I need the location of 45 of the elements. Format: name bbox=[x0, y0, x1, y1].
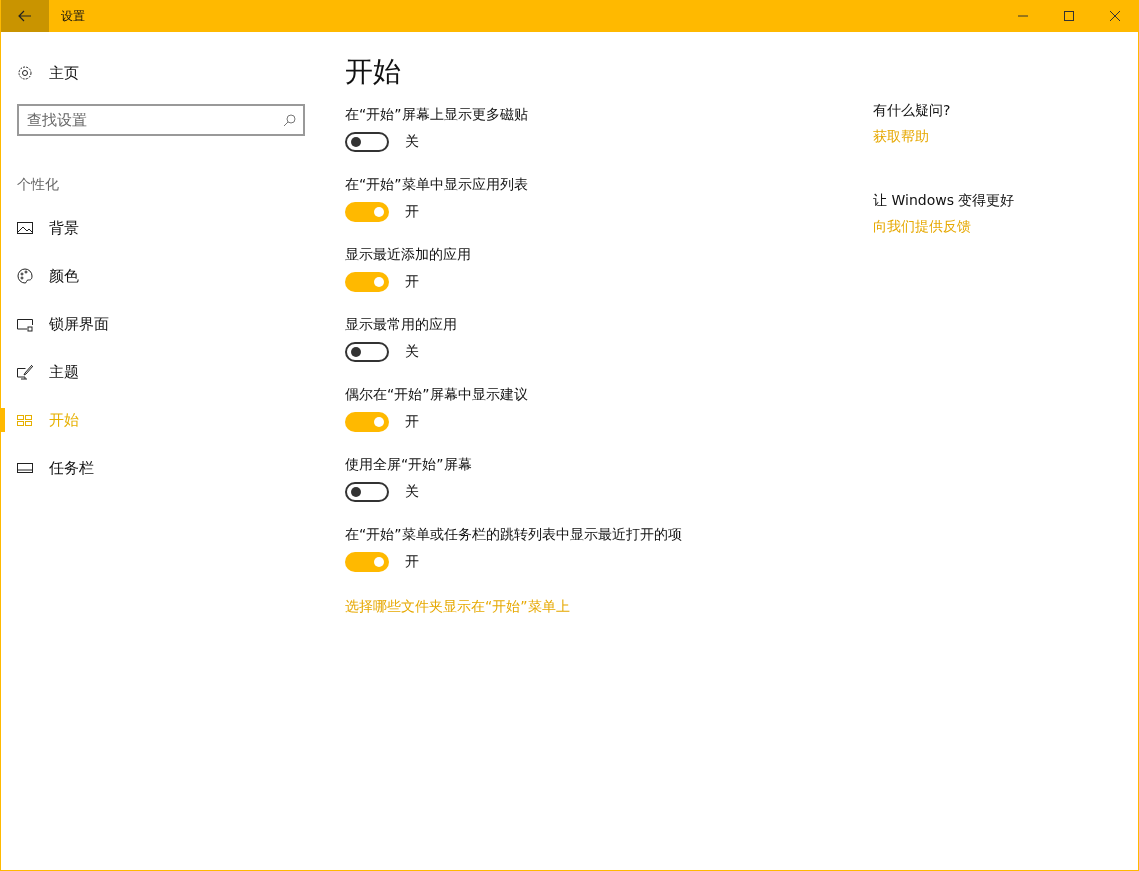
nav-item[interactable]: 锁屏界面 bbox=[17, 300, 113, 348]
toggle-switch[interactable] bbox=[345, 552, 389, 572]
brush-monitor-icon bbox=[17, 364, 33, 380]
aside-heading: 让 Windows 变得更好 bbox=[873, 192, 1015, 210]
toggle-switch[interactable] bbox=[345, 202, 389, 222]
back-arrow-icon bbox=[18, 10, 32, 22]
section-heading: 个性化 bbox=[17, 176, 60, 194]
toggle-state: 关 bbox=[405, 343, 419, 361]
setting-label: 使用全屏“开始”屏幕 bbox=[345, 455, 473, 474]
search-icon bbox=[283, 114, 296, 127]
window-title: 设置 bbox=[61, 7, 86, 25]
toggle-state: 开 bbox=[405, 553, 419, 571]
picture-icon bbox=[17, 220, 33, 236]
toggle-switch[interactable] bbox=[345, 132, 389, 152]
toggle-state: 关 bbox=[405, 133, 419, 151]
tiles-icon bbox=[17, 412, 33, 428]
home-nav-item[interactable]: 主页 bbox=[17, 62, 321, 84]
close-icon bbox=[1110, 11, 1120, 21]
maximize-icon bbox=[1064, 11, 1074, 21]
toggle-state: 开 bbox=[405, 413, 419, 431]
aside-heading: 有什么疑问? bbox=[873, 102, 951, 120]
back-button[interactable] bbox=[1, 0, 49, 32]
toggle-state: 关 bbox=[405, 483, 419, 501]
settings-icon bbox=[17, 65, 33, 81]
nav-item[interactable]: 颜色 bbox=[17, 252, 83, 300]
toggle-switch[interactable] bbox=[345, 482, 389, 502]
setting-label: 显示最常用的应用 bbox=[345, 315, 458, 334]
setting-label: 在“开始”屏幕上显示更多磁贴 bbox=[345, 105, 529, 124]
setting-label: 在“开始”菜单或任务栏的跳转列表中显示最近打开的项 bbox=[345, 525, 683, 544]
nav-item[interactable]: 背景 bbox=[17, 204, 83, 252]
toggle-state: 开 bbox=[405, 203, 419, 221]
toggle-switch[interactable] bbox=[345, 342, 389, 362]
toggle-switch[interactable] bbox=[345, 272, 389, 292]
page-title: 开始 bbox=[345, 54, 402, 90]
toggle-switch[interactable] bbox=[345, 412, 389, 432]
toggle-state: 开 bbox=[405, 273, 419, 291]
setting-label: 在“开始”菜单中显示应用列表 bbox=[345, 175, 529, 194]
setting-label: 偶尔在“开始”屏幕中显示建议 bbox=[345, 385, 529, 404]
nav-item[interactable]: 任务栏 bbox=[17, 444, 98, 492]
monitor-lock-icon bbox=[17, 316, 33, 332]
search-field[interactable]: 查找设置 bbox=[17, 104, 305, 136]
setting-label: 显示最近添加的应用 bbox=[345, 245, 472, 264]
palette-icon bbox=[17, 268, 33, 284]
nav-item[interactable]: 主题 bbox=[17, 348, 83, 396]
taskbar-icon bbox=[17, 460, 33, 476]
